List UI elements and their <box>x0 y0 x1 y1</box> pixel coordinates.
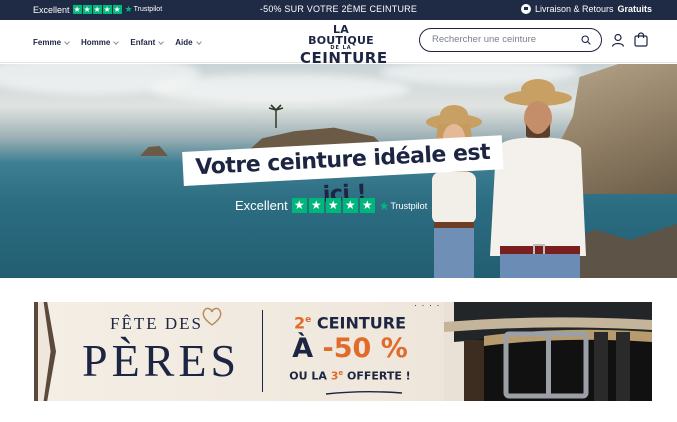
cloud <box>150 74 410 104</box>
chevron-down-icon <box>64 38 70 45</box>
underline-swoosh <box>325 391 403 395</box>
banner-peres-text: PÈRES <box>82 335 241 386</box>
offer-number: 2 <box>294 313 306 333</box>
promo-text[interactable]: -50% SUR VOTRE 2ÈME CEINTURE <box>260 4 417 14</box>
cart-icon[interactable] <box>634 32 648 47</box>
offer-line-3: OU LA 3e OFFERTE ! <box>280 365 420 385</box>
heart-icon <box>202 307 222 326</box>
trustpilot-widget[interactable]: Excellent ★ ★ ★ ★ ★ ★ Trustpilot <box>33 4 162 15</box>
star-icon: ★ <box>342 198 358 213</box>
arrow-decoration-inner <box>38 302 51 401</box>
site-logo[interactable]: LA BOUTIQUE DE LA CEINTURE <box>300 23 387 66</box>
search-bar[interactable] <box>419 28 602 52</box>
offer-percent: -50 % <box>322 333 408 365</box>
rock <box>140 146 168 156</box>
nav-label: Femme <box>33 38 62 47</box>
dots-decoration: · · · · <box>414 302 441 310</box>
star-icon: ★ <box>325 198 341 213</box>
banner-fete-text: FÊTE DES <box>110 314 203 333</box>
nav-label: Homme <box>81 38 111 47</box>
chevron-down-icon <box>113 38 120 45</box>
hero-rating-label: Excellent <box>235 198 288 213</box>
search-input[interactable] <box>432 34 572 45</box>
trustpilot-text: Trustpilot <box>133 6 163 13</box>
offer-line-2: À -50 % <box>280 333 420 365</box>
star-icon: ★ <box>72 5 82 14</box>
nav-label: Aide <box>175 38 193 47</box>
star-icon: ★ <box>92 5 102 14</box>
chevron-down-icon <box>158 38 165 45</box>
star-icon: ★ <box>102 5 112 14</box>
trustpilot-text: Trustpilot <box>390 200 428 211</box>
star-icon: ★ <box>291 198 307 213</box>
trustpilot-stars: ★ ★ ★ ★ ★ <box>72 5 122 14</box>
announcement-bar: Excellent ★ ★ ★ ★ ★ ★ Trustpilot -50% SUR… <box>0 0 677 20</box>
nav-item-homme[interactable]: Homme <box>81 38 120 47</box>
nav-label: Enfant <box>130 38 156 47</box>
hero-trustpilot-logo: ★ Trustpilot <box>379 199 427 213</box>
star-icon: ★ <box>112 5 122 14</box>
woman-figure <box>426 105 482 278</box>
offer-line-1: 2e CEINTURE <box>280 310 420 333</box>
nav-item-enfant[interactable]: Enfant <box>130 38 165 47</box>
palm-tree <box>268 104 284 128</box>
trustpilot-logo: ★ Trustpilot <box>125 4 163 15</box>
trustpilot-rating-label: Excellent <box>33 4 70 15</box>
star-icon: ★ <box>308 198 324 213</box>
fathers-day-banner[interactable]: FÊTE DES PÈRES 2e CEINTURE À -50 % OU LA… <box>34 302 652 401</box>
hero-stars: ★ ★ ★ ★ ★ <box>291 198 375 213</box>
star-icon: ★ <box>82 5 92 14</box>
trustpilot-star-icon: ★ <box>124 4 133 14</box>
offer-end: OFFERTE ! <box>343 369 411 383</box>
chevron-down-icon <box>195 38 202 45</box>
offer-a: À <box>292 333 323 365</box>
banner-divider <box>262 310 263 392</box>
man-figure <box>490 79 586 278</box>
main-nav: Femme Homme Enfant Aide <box>33 38 202 47</box>
search-icon[interactable] <box>581 35 591 45</box>
star-icon: ★ <box>359 198 375 213</box>
shipping-text: Livraison & Retours <box>534 4 614 14</box>
trustpilot-star-icon: ★ <box>378 198 390 213</box>
shipping-info: Livraison & Retours Gratuits <box>520 4 652 14</box>
delivery-icon <box>520 4 531 14</box>
nav-item-aide[interactable]: Aide <box>175 38 202 47</box>
offer-ou: OU LA <box>289 369 331 383</box>
site-header: Femme Homme Enfant Aide LA BOUTIQUE DE L… <box>0 20 677 66</box>
hero-banner[interactable]: Votre ceinture idéale est ici ! Excellen… <box>0 64 677 278</box>
banner-offer: 2e CEINTURE À -50 % OU LA 3e OFFERTE ! <box>280 310 420 385</box>
hero-trustpilot[interactable]: Excellent ★ ★ ★ ★ ★ ★ Trustpilot <box>235 198 427 213</box>
account-icon[interactable] <box>611 33 625 47</box>
offer-word: CEINTURE <box>311 313 406 333</box>
logo-line-1: LA BOUTIQUE <box>308 23 374 47</box>
nav-item-femme[interactable]: Femme <box>33 38 70 47</box>
shipping-free-text: Gratuits <box>617 4 652 14</box>
belts-image <box>444 302 652 401</box>
